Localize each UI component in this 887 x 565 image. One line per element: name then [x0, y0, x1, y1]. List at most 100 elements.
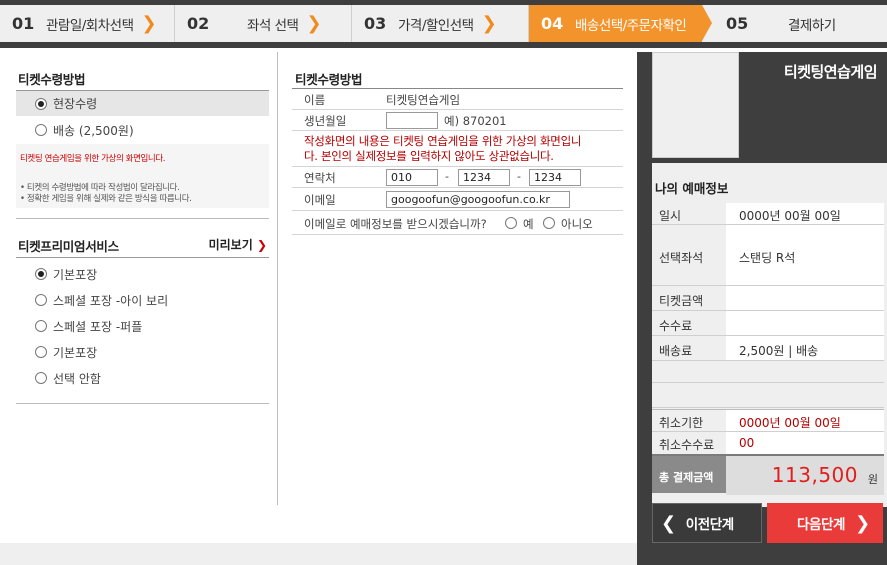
premium-option[interactable]: 기본포장: [16, 261, 269, 287]
prev-step-label: 이전단계: [685, 517, 734, 533]
phone-input-2[interactable]: 1234: [458, 169, 510, 186]
seat-label: 선택좌석: [659, 251, 704, 265]
warning-text-1: 작성화면의 내용은 티켓팅 연습게임을 위한 가상의 화면입니: [304, 134, 582, 148]
radio-unchecked-icon[interactable]: [35, 294, 47, 306]
date-value: 0000년 00월 00일: [739, 209, 841, 223]
email-no-radio[interactable]: [543, 217, 555, 229]
divider: [16, 218, 269, 219]
step-number: 03: [364, 14, 387, 33]
chevron-left-icon: ❮: [661, 512, 676, 534]
step-label: 좌석 선택: [247, 17, 299, 34]
total-unit: 원: [867, 473, 878, 486]
step-label: 관람일/회차선택: [46, 17, 134, 34]
ticket-receive-title: 티켓수령방법: [18, 72, 86, 87]
email-label: 이메일: [304, 193, 336, 207]
email-question: 이메일로 예매정보를 받으시겠습니까?: [304, 217, 487, 231]
chevron-right-icon: ❯: [855, 512, 870, 534]
divider: [16, 403, 269, 404]
email-no-label: 아니오: [561, 217, 593, 231]
step-5: 05 결제하기: [702, 5, 887, 42]
info-row-empty: [652, 383, 884, 408]
email-input[interactable]: googoofun@googoofun.co.kr: [386, 191, 570, 208]
phone-input-1[interactable]: 010: [386, 169, 438, 186]
email-yes-radio[interactable]: [505, 217, 517, 229]
info-row-seat: 선택좌석 스탠딩 R석: [652, 225, 884, 286]
phone-row: 연락처 010 - 1234 - 1234: [292, 167, 623, 188]
radio-unchecked-icon[interactable]: [35, 320, 47, 332]
preview-link[interactable]: 미리보기 ❯: [209, 236, 267, 253]
info-row-cancel-fee: 취소수수료 00: [652, 432, 884, 454]
booking-info: 나의 예매정보 일시 0000년 00월 00일 선택좌석 스탠딩 R석 티켓금…: [652, 163, 887, 507]
email-consent-row: 이메일로 예매정보를 받으시겠습니까? 예 아니오: [292, 211, 623, 235]
premium-option-label: 스페셜 포장 -퍼플: [53, 319, 143, 334]
notice-warning: 티켓팅 연습게임을 위한 가상의 화면입니다.: [20, 154, 166, 164]
name-value: 티켓팅연습게임: [386, 93, 461, 107]
step-label: 가격/할인선택: [398, 17, 474, 34]
chevron-right-icon: ❯: [256, 238, 267, 252]
info-row-cancel-deadline: 취소기한 0000년 00월 00일: [652, 409, 884, 432]
phone-input-3[interactable]: 1234: [529, 169, 581, 186]
email-yes-label: 예: [523, 217, 534, 231]
birth-input[interactable]: [386, 112, 438, 129]
step-number: 02: [187, 14, 210, 33]
delivery-label: 배송료: [659, 344, 693, 358]
premium-option-label: 스페셜 포장 -아이 보리: [53, 293, 169, 308]
left-column: 티켓수령방법 현장수령 배송 (2,500원) 티켓팅 연습게임을 위한 가상의…: [0, 52, 278, 505]
cancel-fee-label: 취소수수료: [659, 438, 715, 452]
birth-label: 생년월일: [304, 114, 347, 128]
phone-separator: -: [445, 170, 449, 183]
form-title: 티켓수령방법: [295, 72, 363, 87]
bottom-strip: [0, 543, 637, 565]
phone-label: 연락처: [304, 171, 336, 185]
radio-checked-icon[interactable]: [35, 268, 47, 280]
step-number: 01: [12, 14, 35, 33]
prev-step-button[interactable]: ❮ 이전단계: [652, 503, 762, 543]
receive-option-onsite[interactable]: 현장수령: [16, 90, 269, 116]
preview-label: 미리보기: [208, 238, 253, 252]
info-row-empty: [652, 361, 884, 383]
warning-row: 작성화면의 내용은 티켓팅 연습게임을 위한 가상의 화면입니 다. 본인의 실…: [292, 131, 623, 167]
info-row-fee: 수수료: [652, 311, 884, 336]
info-row-date: 일시 0000년 00월 00일: [652, 203, 884, 225]
booking-summary-panel: 티켓팅연습게임 나의 예매정보 일시 0000년 00월 00일 선택좌석 스탠…: [637, 52, 887, 565]
premium-service-title: 티켓프리미엄서비스: [18, 239, 119, 254]
fee-label: 수수료: [659, 319, 693, 333]
next-step-label: 다음단계: [797, 517, 846, 533]
event-title: 티켓팅연습게임: [783, 63, 878, 81]
next-step-button[interactable]: 다음단계 ❯: [767, 503, 883, 543]
premium-option[interactable]: 스페셜 포장 -아이 보리: [16, 287, 269, 313]
premium-option[interactable]: 기본포장: [16, 339, 269, 365]
date-label: 일시: [659, 209, 682, 223]
event-poster: [652, 52, 739, 158]
warning-text-2: 다. 본인의 실제정보를 입력하지 않아도 상관없습니다.: [304, 149, 554, 163]
receive-notice: 티켓팅 연습게임을 위한 가상의 화면입니다. • 티켓의 수령방법에 따라 작…: [16, 144, 269, 208]
radio-checked-icon[interactable]: [35, 97, 47, 110]
birth-example: 예) 870201: [444, 114, 507, 128]
cancel-fee-value: 00: [739, 436, 755, 450]
premium-option-label: 기본포장: [53, 267, 98, 282]
receive-option-label: 현장수령: [53, 97, 98, 111]
delivery-value: 2,500원 | 배송: [739, 344, 819, 358]
total-payment: 총 결제금액 113,500 원: [652, 454, 884, 495]
step-label: 결제하기: [788, 17, 836, 34]
chevron-right-icon: ❯: [481, 13, 497, 34]
radio-unchecked-icon[interactable]: [35, 124, 47, 136]
radio-unchecked-icon[interactable]: [35, 372, 47, 384]
premium-option[interactable]: 스페셜 포장 -퍼플: [16, 313, 269, 339]
premium-option[interactable]: 선택 안함: [16, 365, 269, 391]
cancel-deadline-value: 0000년 00월 00일: [739, 416, 841, 430]
name-label: 이름: [304, 93, 326, 107]
step-label: 배송선택/주문자확인: [575, 17, 687, 34]
radio-unchecked-icon[interactable]: [35, 346, 47, 358]
email-row: 이메일 googoofun@googoofun.co.kr: [292, 188, 623, 211]
info-row-ticket-price: 티켓금액: [652, 286, 884, 311]
chevron-right-icon: ❯: [141, 13, 157, 34]
step-number: 04: [541, 14, 564, 33]
chevron-right-icon: ❯: [306, 13, 322, 34]
notice-line: • 정확한 게임을 위해 실제와 같은 방식을 따릅니다.: [20, 194, 192, 204]
step-1: 01 관람일/회차선택 ❯: [0, 5, 175, 42]
step-2: 02 좌석 선택 ❯: [175, 5, 352, 42]
orderer-form: 티켓수령방법 이름 티켓팅연습게임 생년월일 예) 870201 작성화면의 내…: [279, 52, 637, 505]
receive-option-delivery[interactable]: 배송 (2,500원): [16, 117, 269, 143]
birth-row: 생년월일 예) 870201: [292, 110, 623, 131]
